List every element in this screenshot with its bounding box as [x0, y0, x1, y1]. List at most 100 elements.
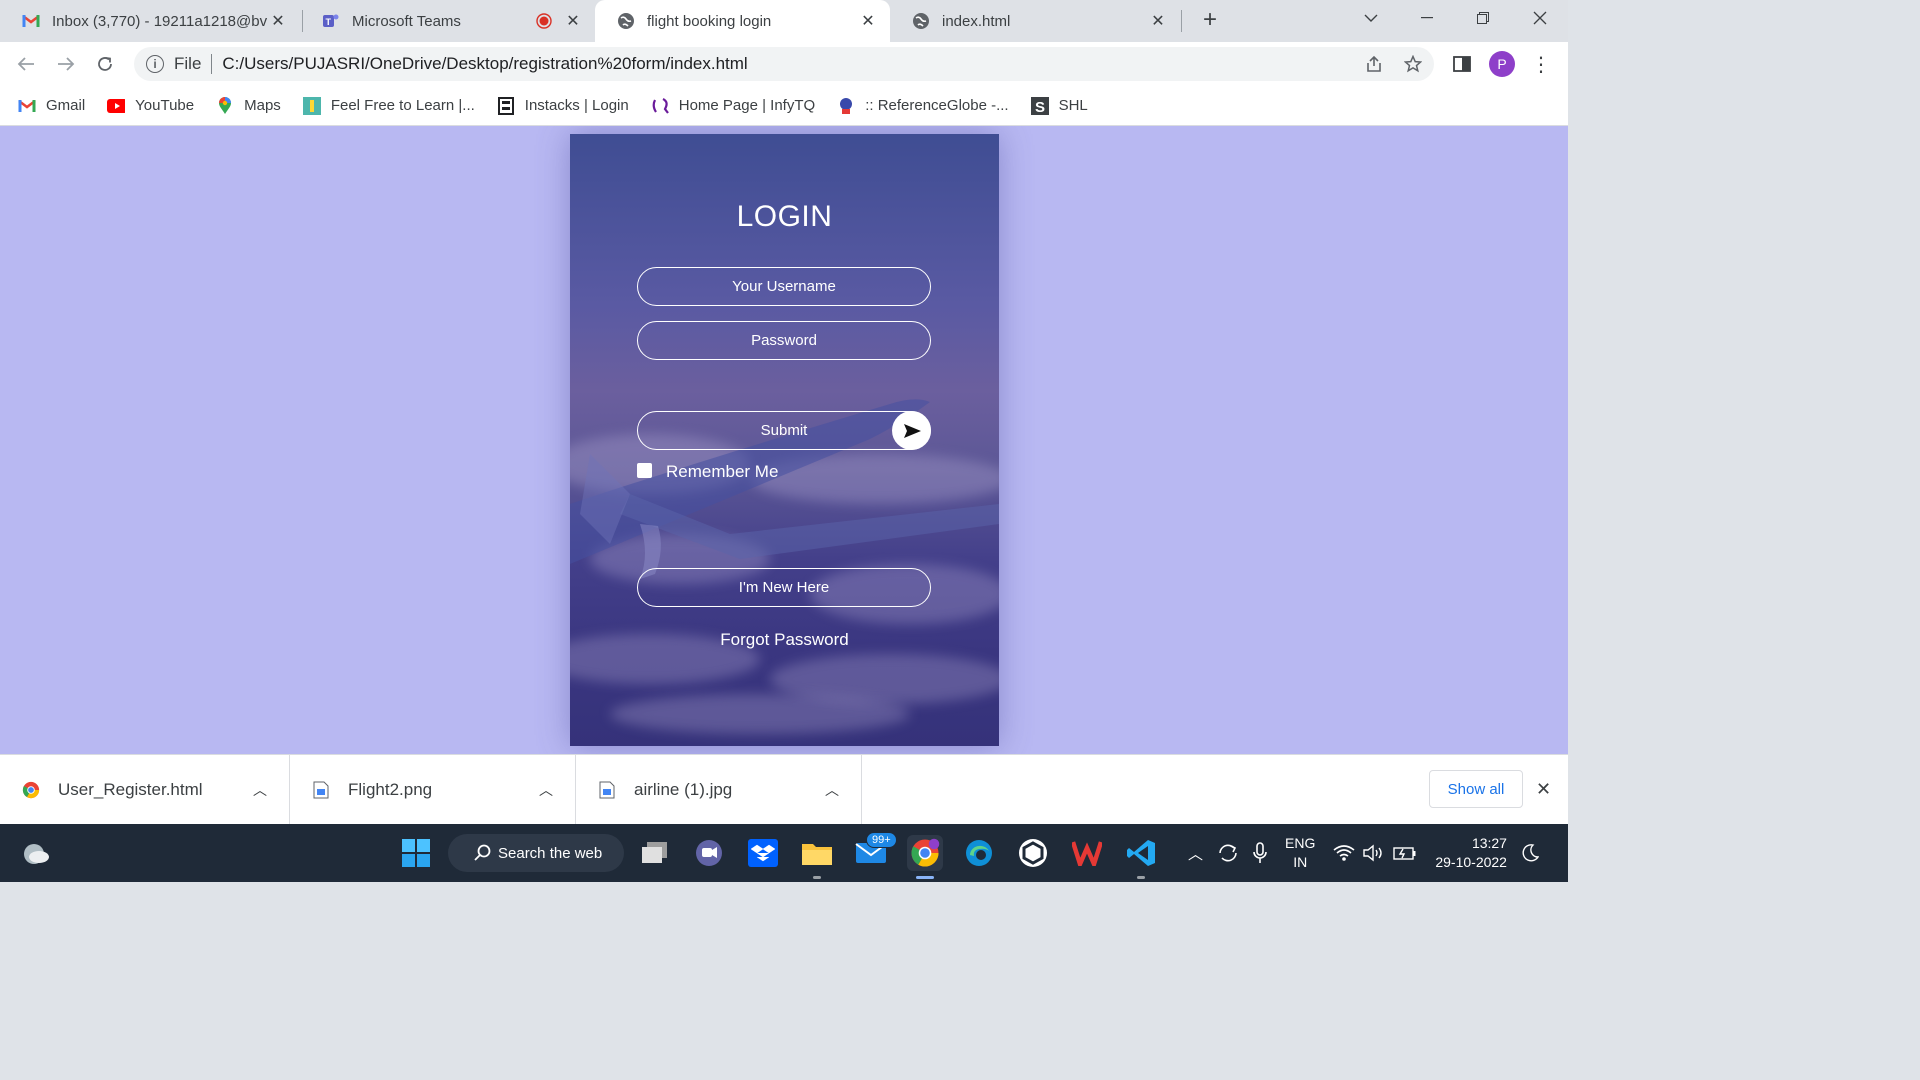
- side-panel-icon: [1453, 56, 1471, 72]
- svg-text:T: T: [326, 17, 332, 27]
- url-text[interactable]: C:/Users/PUJASRI/OneDrive/Desktop/regist…: [222, 54, 747, 74]
- teams-chat-icon[interactable]: [691, 835, 727, 871]
- bookmark-gmail[interactable]: Gmail: [18, 97, 85, 115]
- bookmark-label: Feel Free to Learn |...: [330, 97, 475, 114]
- maps-icon: [216, 96, 234, 115]
- edge-icon[interactable]: [961, 835, 997, 871]
- tab-title: index.html: [942, 12, 1011, 30]
- bookmark-youtube[interactable]: YouTube: [107, 97, 194, 115]
- shl-icon: S: [1030, 96, 1049, 115]
- back-button[interactable]: [12, 50, 40, 78]
- tab-index-html[interactable]: index.html ✕: [890, 0, 1180, 42]
- tab-title: Inbox (3,770) - 19211a1218@bvrit: [52, 12, 268, 30]
- weather-icon[interactable]: [18, 835, 54, 871]
- login-card: LOGIN Submit Remember Me I'm New Here Fo…: [570, 134, 999, 746]
- close-window-button[interactable]: [1512, 0, 1568, 36]
- chevron-up-icon[interactable]: ︿: [825, 780, 839, 800]
- download-item[interactable]: User_Register.html ︿: [0, 755, 290, 825]
- tab-teams[interactable]: T Microsoft Teams ✕: [300, 0, 595, 42]
- clock[interactable]: 13:27 29-10-2022: [1435, 834, 1507, 872]
- username-input[interactable]: [637, 267, 931, 306]
- tab-gmail[interactable]: Inbox (3,770) - 19211a1218@bvrit ✕: [0, 0, 300, 42]
- login-title: LOGIN: [736, 200, 833, 233]
- teams-icon: T: [322, 12, 340, 30]
- wifi-icon[interactable]: [1333, 844, 1355, 862]
- close-icon[interactable]: ✕: [1536, 779, 1551, 800]
- tab-search-button[interactable]: [1343, 0, 1399, 36]
- remember-label: Remember Me: [666, 462, 779, 481]
- browser-toolbar: i File C:/Users/PUJASRI/OneDrive/Desktop…: [0, 42, 1568, 86]
- page-viewport: LOGIN Submit Remember Me I'm New Here Fo…: [0, 126, 1568, 754]
- submit-arrow-button[interactable]: [892, 411, 931, 450]
- close-icon[interactable]: ✕: [563, 11, 583, 31]
- restore-button[interactable]: [1455, 0, 1511, 36]
- show-all-button[interactable]: Show all: [1429, 770, 1523, 808]
- language-indicator[interactable]: ENG IN: [1285, 834, 1315, 872]
- bookmark-label: Instacks | Login: [524, 97, 629, 114]
- image-file-icon: [312, 781, 330, 799]
- bookmark-star-button[interactable]: [1399, 50, 1427, 78]
- bookmark-instacks[interactable]: Instacks | Login: [497, 96, 629, 115]
- address-bar[interactable]: i File C:/Users/PUJASRI/OneDrive/Desktop…: [134, 47, 1434, 81]
- gmail-icon: [18, 97, 36, 115]
- file-explorer-icon[interactable]: [799, 835, 835, 871]
- tab-strip: Inbox (3,770) - 19211a1218@bvrit ✕ T Mic…: [0, 0, 1568, 42]
- side-panel-button[interactable]: [1448, 50, 1476, 78]
- bookmark-feel-free-to-learn[interactable]: Feel Free to Learn |...: [302, 96, 475, 115]
- tab-flight-booking-login[interactable]: flight booking login ✕: [595, 0, 890, 42]
- chrome-taskbar-icon[interactable]: [907, 835, 943, 871]
- moon-icon[interactable]: [1521, 844, 1539, 862]
- search-icon: [474, 844, 491, 861]
- close-icon[interactable]: ✕: [268, 11, 288, 31]
- new-here-button[interactable]: I'm New Here: [637, 568, 931, 607]
- bookmark-shl[interactable]: S SHL: [1030, 96, 1088, 115]
- menu-kebab-icon[interactable]: ⋮: [1527, 50, 1555, 78]
- infytq-icon: [651, 97, 669, 115]
- back-arrow-icon: [17, 57, 34, 71]
- submit-button[interactable]: Submit: [637, 411, 931, 450]
- download-item[interactable]: Flight2.png ︿: [290, 755, 576, 825]
- openai-icon[interactable]: [1015, 835, 1051, 871]
- chevron-up-icon[interactable]: ︿: [1188, 843, 1203, 864]
- minimize-icon: [1421, 17, 1433, 19]
- info-icon[interactable]: i: [146, 55, 164, 73]
- new-tab-button[interactable]: +: [1196, 6, 1224, 34]
- remember-checkbox[interactable]: [637, 462, 652, 478]
- forward-button[interactable]: [52, 50, 80, 78]
- minimize-button[interactable]: [1399, 0, 1455, 36]
- share-button[interactable]: [1360, 50, 1388, 78]
- dropbox-icon[interactable]: [745, 835, 781, 871]
- bookmark-label: YouTube: [135, 97, 195, 114]
- bookmark-label: Home Page | InfyTQ: [678, 97, 816, 114]
- tab-divider: [1181, 10, 1182, 32]
- wps-office-icon[interactable]: [1069, 835, 1105, 871]
- forgot-password-link[interactable]: Forgot Password: [570, 630, 999, 650]
- avatar[interactable]: P: [1489, 51, 1515, 77]
- battery-icon[interactable]: [1393, 845, 1417, 861]
- microphone-icon[interactable]: [1253, 842, 1267, 864]
- bookmark-infytq[interactable]: Home Page | InfyTQ: [651, 97, 815, 115]
- task-view-icon[interactable]: [637, 835, 673, 871]
- chevron-up-icon[interactable]: ︿: [539, 780, 553, 800]
- start-button[interactable]: [398, 835, 434, 871]
- chevron-up-icon[interactable]: ︿: [253, 780, 267, 800]
- new-here-label: I'm New Here: [738, 579, 830, 596]
- chrome-icon: [22, 781, 40, 799]
- bookmark-maps[interactable]: Maps: [216, 96, 281, 115]
- tab-title: flight booking login: [647, 12, 772, 30]
- password-input[interactable]: [637, 321, 931, 360]
- star-icon: [1404, 55, 1422, 73]
- reload-button[interactable]: [91, 50, 119, 78]
- bookmark-label: Maps: [244, 97, 281, 114]
- bookmark-referenceglobe[interactable]: :: ReferenceGlobe -...: [837, 97, 1009, 115]
- download-item[interactable]: airline (1).jpg ︿: [576, 755, 862, 825]
- download-filename: airline (1).jpg: [634, 780, 733, 799]
- vscode-icon[interactable]: [1123, 835, 1159, 871]
- remember-me[interactable]: Remember Me: [637, 462, 778, 482]
- reload-icon: [98, 57, 112, 71]
- volume-icon[interactable]: [1363, 844, 1385, 862]
- taskbar-search[interactable]: Search the web: [448, 834, 624, 872]
- close-icon[interactable]: ✕: [858, 11, 878, 31]
- sync-icon[interactable]: [1217, 843, 1239, 863]
- close-icon[interactable]: ✕: [1148, 11, 1168, 31]
